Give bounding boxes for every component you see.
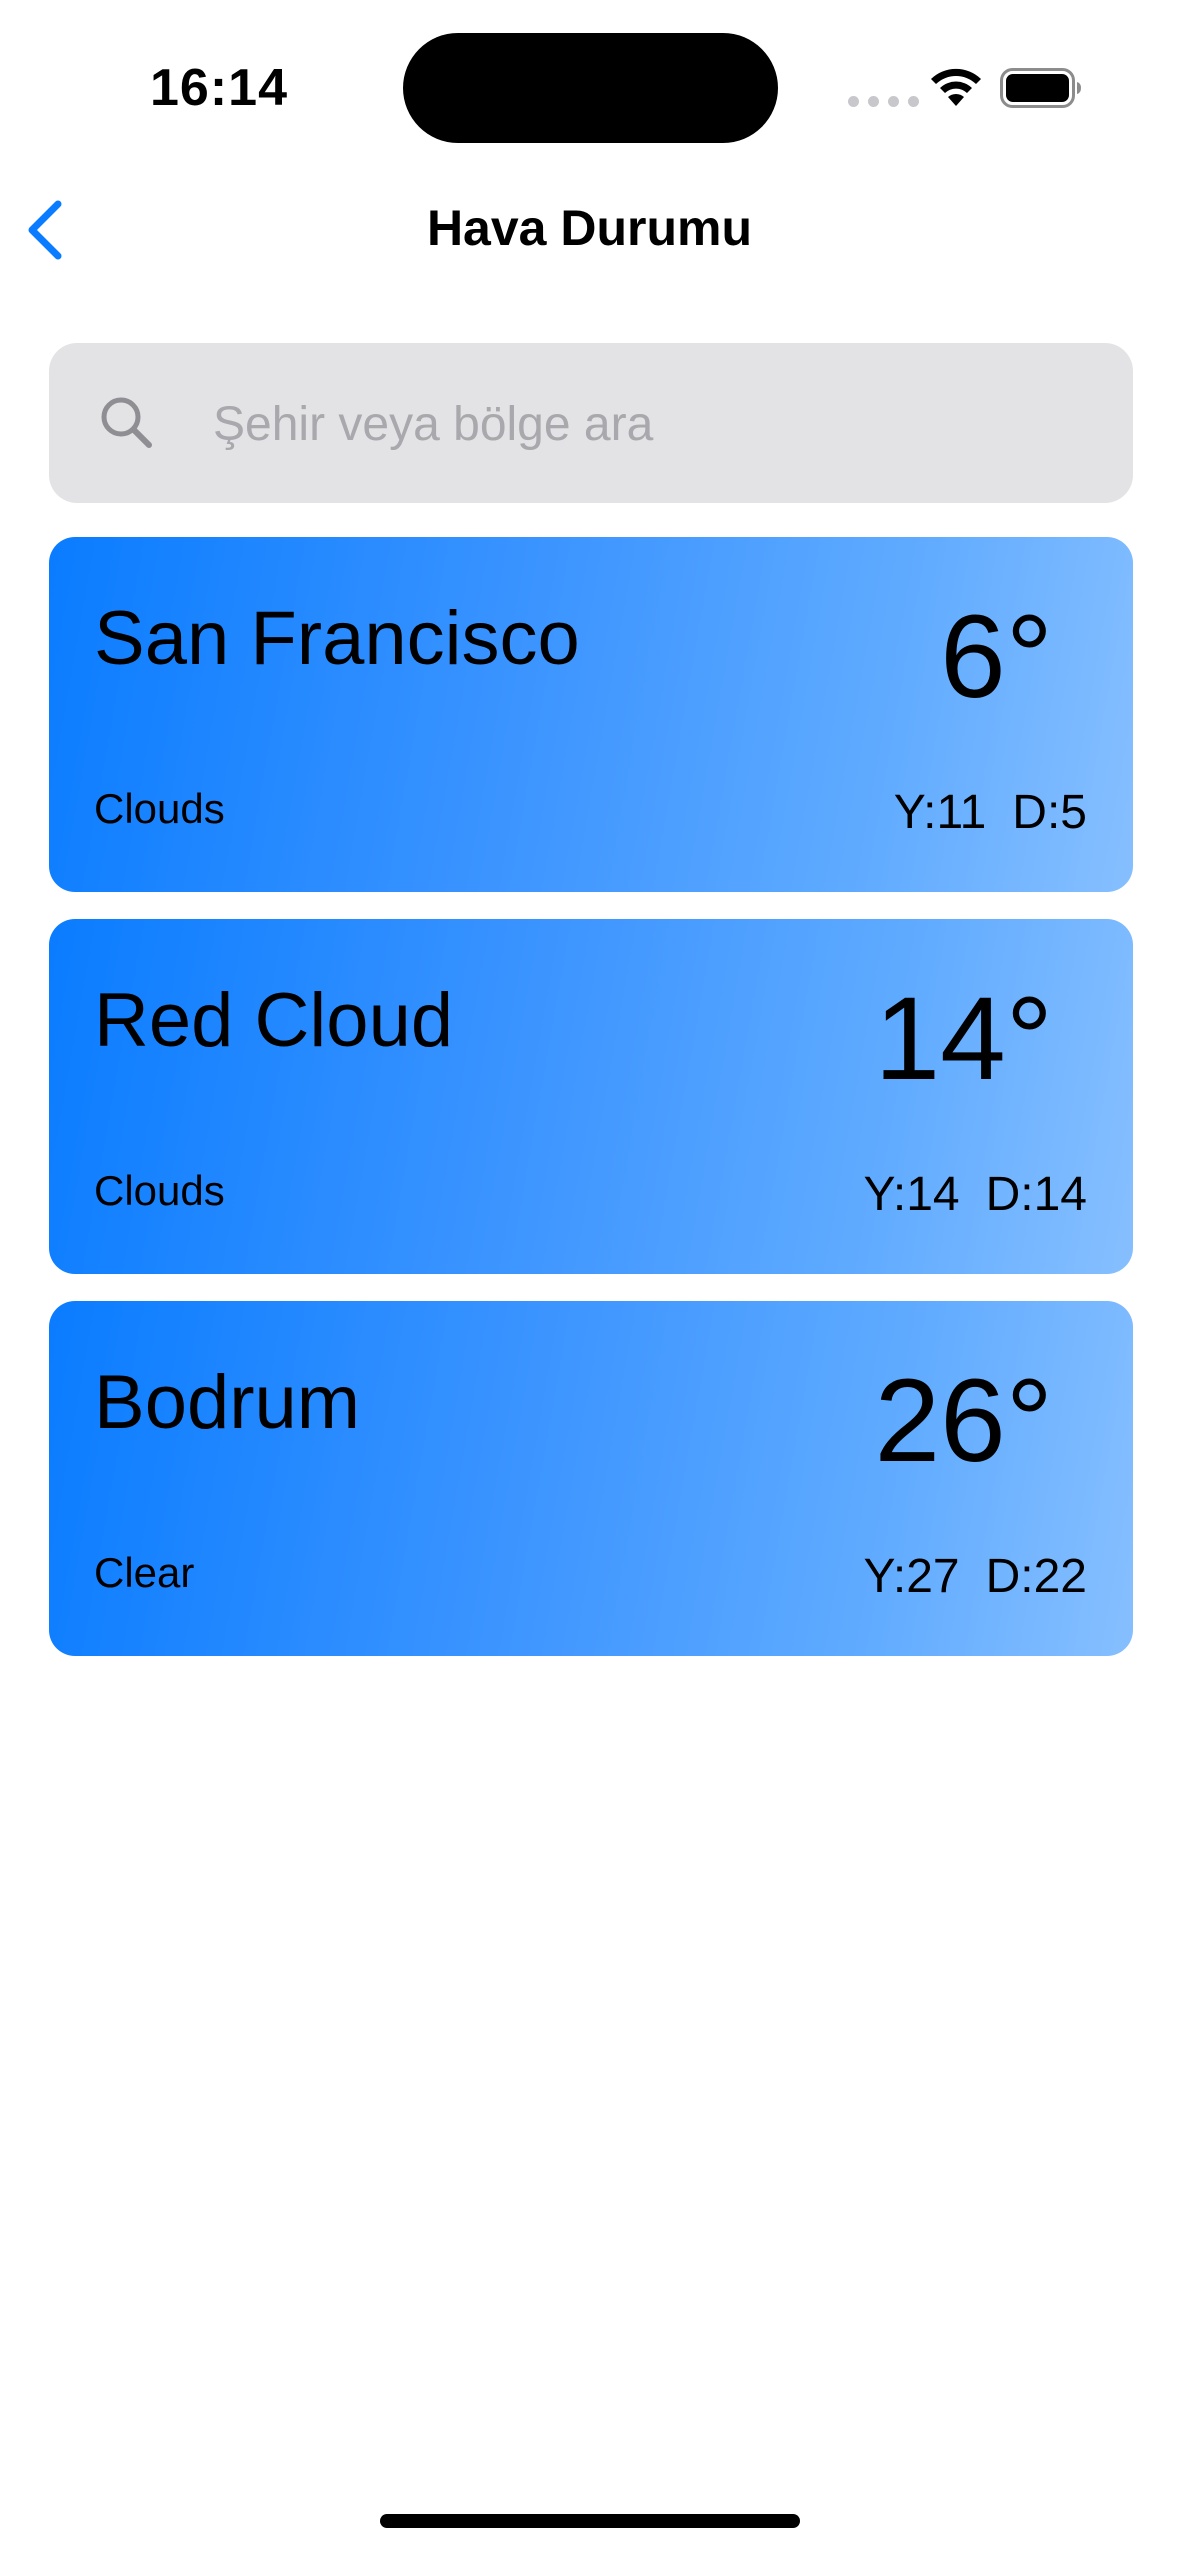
weather-condition: Clouds [94, 1167, 225, 1214]
page-title: Hava Durumu [426, 200, 753, 256]
status-time: 16:14 [150, 59, 288, 117]
city-card-red-cloud[interactable]: Red Cloud 14° Clouds Y:14 D:14 [49, 919, 1133, 1274]
high-low: Y:27 D:22 [864, 1549, 1087, 1604]
battery-icon [1000, 68, 1081, 108]
wifi-icon [931, 68, 981, 106]
low-temperature: D:22 [985, 1550, 1087, 1603]
high-temperature: Y:14 [863, 1168, 960, 1221]
search-input[interactable] [211, 383, 1095, 465]
city-name: Bodrum [94, 1360, 361, 1445]
search-icon [101, 397, 152, 448]
weather-condition: Clear [94, 1549, 195, 1596]
city-card-bodrum[interactable]: Bodrum 26° Clear Y:27 D:22 [49, 1301, 1133, 1656]
city-name: San Francisco [94, 596, 580, 681]
low-temperature: D:14 [985, 1168, 1087, 1221]
high-low: Y:14 D:14 [864, 1167, 1087, 1222]
low-temperature: D:5 [1012, 786, 1087, 839]
search-bar[interactable] [49, 343, 1133, 503]
home-indicator[interactable] [380, 2514, 800, 2528]
high-temperature: Y:11 [893, 786, 987, 839]
city-card-san-francisco[interactable]: San Francisco 6° Clouds Y:11 D:5 [49, 537, 1133, 892]
city-name: Red Cloud [94, 978, 454, 1063]
city-temperature: 14° [874, 973, 1053, 1105]
city-temperature: 26° [874, 1355, 1053, 1487]
dynamic-island [403, 33, 778, 143]
high-low: Y:11 D:5 [894, 785, 1087, 840]
high-temperature: Y:27 [863, 1550, 960, 1603]
weather-condition: Clouds [94, 785, 225, 832]
cellular-signal-icon [848, 96, 919, 107]
city-temperature: 6° [940, 591, 1053, 723]
